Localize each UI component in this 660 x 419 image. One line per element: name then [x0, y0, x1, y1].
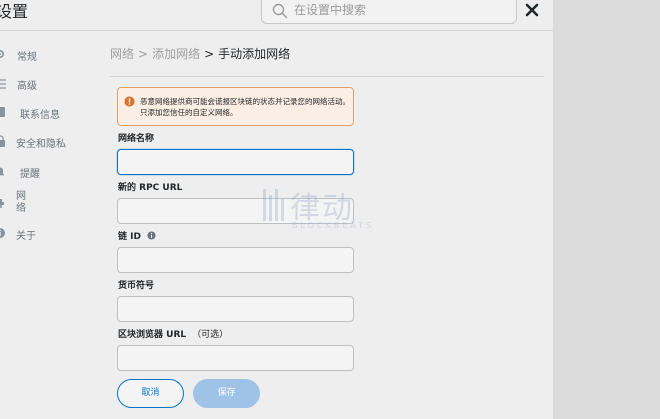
- breadcrumb-separator: >: [138, 47, 149, 61]
- cancel-button[interactable]: 取消: [117, 379, 184, 408]
- breadcrumb: 网络 > 添加网络 > 手动添加网络: [110, 45, 290, 62]
- address-book-icon: [0, 107, 5, 117]
- currency-symbol-label: 货币符号: [118, 281, 155, 291]
- info-icon[interactable]: [147, 231, 156, 240]
- sidebar-item-label: 安全和隐私: [16, 139, 66, 150]
- window-backdrop: [553, 0, 660, 419]
- warning-icon: [124, 96, 135, 107]
- chain-id-input[interactable]: [117, 247, 354, 273]
- plug-icon: [0, 199, 4, 208]
- search-icon: [272, 3, 288, 19]
- network-name-input[interactable]: [117, 149, 354, 175]
- sidebar-item-label: 关于: [16, 231, 36, 242]
- content-divider: [110, 76, 544, 77]
- explorer-url-label-text: 区块浏览器 URL: [118, 330, 187, 340]
- sidebar-item-label: 高级: [17, 81, 37, 92]
- sidebar-item-networks[interactable]: 网络: [0, 191, 34, 221]
- sidebar-item-general[interactable]: 常规: [0, 46, 54, 64]
- rpc-url-input[interactable]: [117, 198, 354, 224]
- info-icon: [0, 228, 5, 238]
- header-divider: [0, 30, 553, 31]
- optional-hint: （可选）: [192, 330, 229, 340]
- settings-search[interactable]: [261, 0, 517, 24]
- gear-icon: [0, 50, 4, 58]
- settings-panel: 设置 常规 高级 联系信息: [0, 0, 553, 419]
- bell-icon: [0, 167, 4, 176]
- warning-banner: 恶意网络提供商可能会谎报区块链的状态并记录您的网络活动。只添加您信任的自定义网络…: [117, 87, 354, 126]
- explorer-url-input[interactable]: [117, 345, 354, 371]
- breadcrumb-networks[interactable]: 网络: [110, 47, 134, 61]
- sidebar-item-label: 联系信息: [20, 110, 60, 121]
- chain-id-label-text: 链 ID: [118, 232, 141, 242]
- breadcrumb-separator: >: [204, 47, 215, 61]
- breadcrumb-current: 手动添加网络: [218, 47, 291, 61]
- sidebar-item-contacts[interactable]: 联系信息: [0, 104, 64, 122]
- currency-symbol-input[interactable]: [117, 296, 354, 322]
- rpc-url-label: 新的 RPC URL: [118, 183, 183, 193]
- chain-id-label: 链 ID: [118, 229, 156, 242]
- sidebar-item-label: 提醒: [20, 169, 40, 180]
- warning-text: 恶意网络提供商可能会谎报区块链的状态并记录您的网络活动。只添加您信任的自定义网络…: [140, 97, 350, 117]
- search-input[interactable]: [294, 0, 504, 21]
- sidebar-item-label: 常规: [17, 52, 37, 63]
- page-title: 设置: [0, 2, 29, 21]
- sidebar-item-advanced[interactable]: 高级: [0, 75, 54, 93]
- sidebar-item-security[interactable]: 安全和隐私: [0, 133, 66, 151]
- sidebar-item-label: 网络: [16, 191, 26, 214]
- network-name-label: 网络名称: [118, 134, 155, 144]
- lock-icon: [0, 135, 5, 147]
- explorer-url-label: 区块浏览器 URL （可选）: [118, 327, 228, 340]
- save-button[interactable]: 保存: [193, 379, 260, 408]
- breadcrumb-add-network[interactable]: 添加网络: [152, 47, 200, 61]
- sidebar-item-alerts[interactable]: 提醒: [0, 163, 54, 181]
- sliders-icon: [0, 79, 6, 89]
- sidebar-item-about[interactable]: 关于: [0, 225, 54, 243]
- close-icon[interactable]: [523, 1, 541, 19]
